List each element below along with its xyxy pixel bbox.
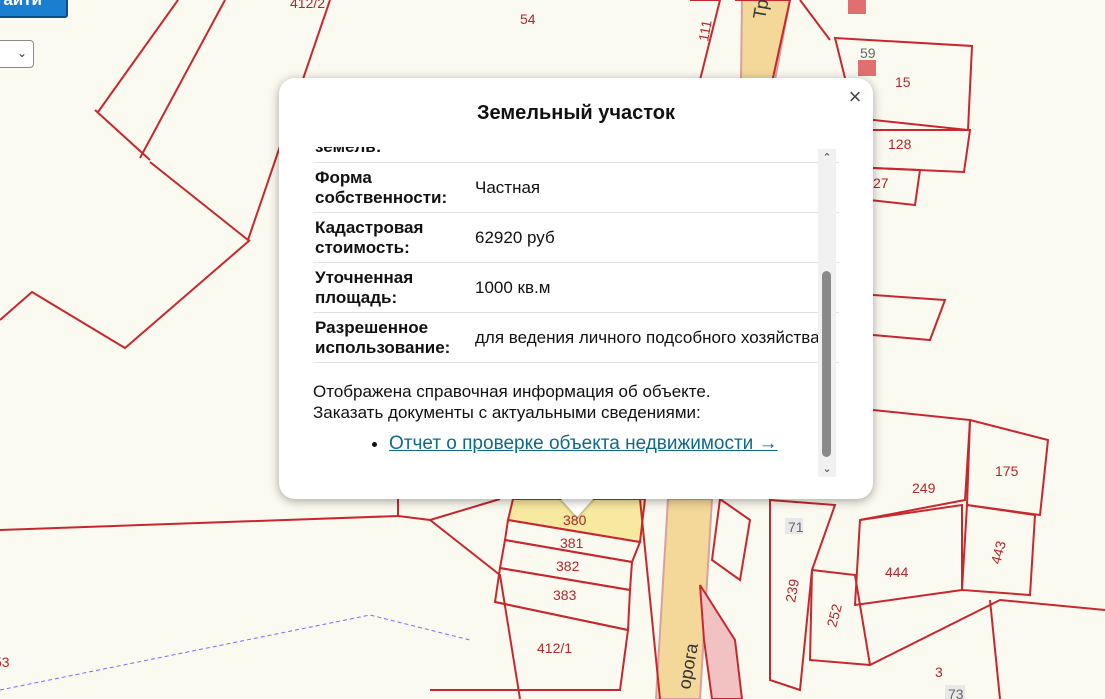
property-key: Кадастровая стоимость: [313, 212, 467, 263]
search-button[interactable]: айти [0, 0, 68, 18]
property-key: Уточненная площадь: [313, 262, 467, 313]
property-key: земель: [313, 147, 467, 163]
property-value: для ведения личного подсобного хозяйства [467, 312, 839, 363]
table-row: Кадастровая стоимость: 62920 руб [313, 212, 839, 263]
property-value: 1000 кв.м [467, 262, 839, 313]
parcel-label: 383 [553, 587, 577, 603]
parcel-label: 54 [520, 11, 536, 27]
list-item: Отчет о проверке объекта недвижимости → [389, 433, 839, 455]
parcel-label: 27 [873, 175, 889, 191]
info-note-line: Отображена справочная информация об объе… [313, 382, 711, 401]
property-value: 62920 руб [467, 212, 839, 263]
property-report-link[interactable]: Отчет о проверке объекта недвижимости → [389, 433, 778, 454]
parcel-label: 412/1 [537, 640, 572, 656]
chevron-down-icon: ⌄ [16, 46, 27, 60]
scroll-down-icon[interactable]: ⌄ [818, 461, 836, 477]
parcel-label: 59 [860, 45, 876, 61]
popup-title: Земельный участок [476, 102, 676, 124]
close-icon[interactable]: × [844, 86, 866, 108]
table-row: Разрешенное использование: для ведения л… [313, 312, 839, 363]
info-note-line: Заказать документы с актуальными сведени… [313, 403, 701, 422]
property-table: земель: Форма собственности: Частная Кад… [313, 147, 839, 363]
property-key: Разрешенное использование: [313, 312, 467, 363]
parcel-label: 382 [556, 558, 580, 574]
property-key: Форма собственности: [313, 162, 467, 213]
property-value: Частная [467, 162, 839, 213]
report-list: Отчет о проверке объекта недвижимости → [313, 433, 839, 455]
table-row: Форма собственности: Частная [313, 162, 839, 213]
map-layer-select[interactable]: ⌄ [0, 40, 34, 68]
land-plot-popup: Земельный участок × земель: Форма собств… [279, 78, 873, 499]
popup-scrollbar[interactable]: ⌃ ⌄ [818, 149, 836, 477]
parcel-label: 444 [885, 564, 909, 580]
street-label: Тр [749, 0, 772, 21]
parcel-label: 412/2 [290, 0, 325, 11]
scrollbar-thumb[interactable] [822, 271, 831, 457]
parcel-label: 381 [560, 535, 584, 551]
property-value [467, 147, 839, 163]
parcel-label: 128 [888, 136, 912, 152]
table-row: Уточненная площадь: 1000 кв.м [313, 262, 839, 313]
parcel-label: 3 [935, 664, 943, 680]
scroll-up-icon[interactable]: ⌃ [818, 149, 836, 165]
table-row: земель: [313, 147, 839, 163]
parcel-label: 15 [895, 74, 911, 90]
info-note: Отображена справочная информация об объе… [313, 381, 839, 423]
parcel-label: 71 [788, 519, 804, 535]
popup-scroll-area[interactable]: земель: Форма собственности: Частная Кад… [313, 147, 839, 473]
parcel-label: 249 [912, 480, 936, 496]
popup-pointer [559, 497, 595, 517]
parcel-label: 53 [0, 654, 10, 670]
parcel-label: 73 [948, 686, 964, 699]
parcel-label: 175 [995, 463, 1019, 479]
